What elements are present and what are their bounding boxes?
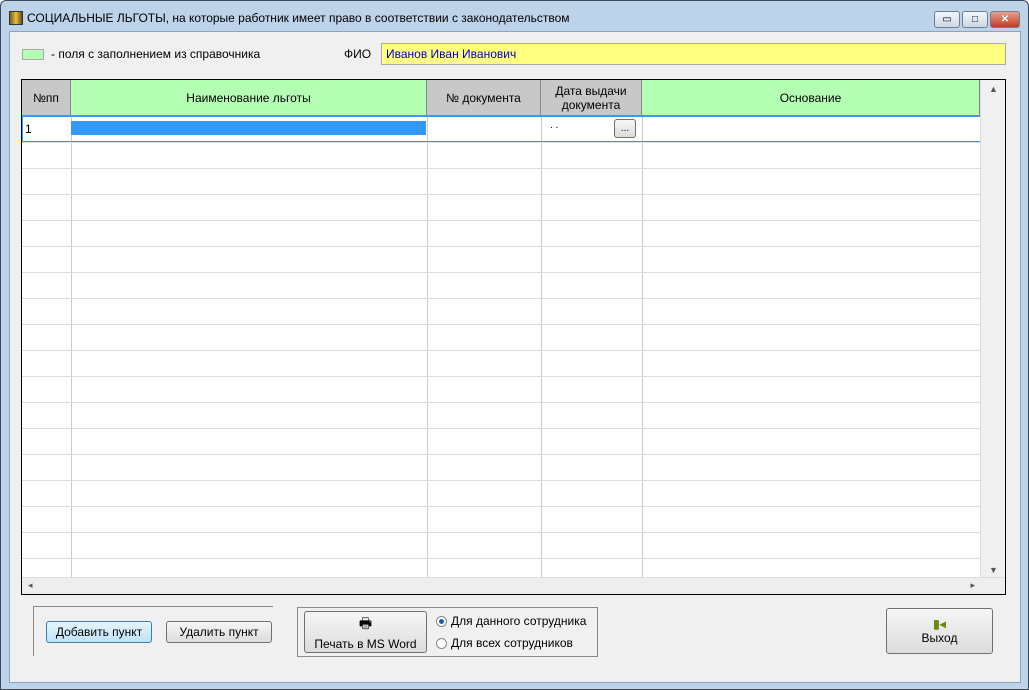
col-header-name[interactable]: Наименование льготы [71,80,427,116]
row-divider [22,246,980,247]
row-divider [22,168,980,169]
col-header-num[interactable]: №пп [22,80,71,116]
radio-label: Для всех сотрудников [451,636,573,650]
row-divider [22,480,980,481]
row-divider [22,298,980,299]
radio-dot[interactable] [436,615,447,627]
fio-label: ФИО [344,47,372,61]
column-divider [541,116,542,577]
scroll-right-icon[interactable]: ▸ [970,580,975,591]
legend-swatch [22,49,44,60]
row-divider [22,324,980,325]
scroll-down-icon[interactable]: ▼ [989,565,998,575]
col-header-doc[interactable]: № документа [427,80,541,116]
radio-current-employee[interactable]: Для данного сотрудника [436,614,586,628]
row-divider [22,350,980,351]
column-divider [71,116,72,577]
row-divider [22,558,980,559]
vertical-scrollbar[interactable]: ▲ ▼ [980,80,1005,577]
legend-text: - поля с заполнением из справочника [51,47,261,61]
row-divider [22,376,980,377]
window: СОЦИАЛЬНЫЕ ЛЬГОТЫ, на которые работник и… [0,0,1029,690]
row-divider [22,428,980,429]
row-divider [22,506,980,507]
title-bar: СОЦИАЛЬНЫЕ ЛЬГОТЫ, на которые работник и… [9,11,570,25]
col-header-date[interactable]: Дата выдачи документа [541,80,642,116]
row-divider [22,454,980,455]
radio-label: Для данного сотрудника [451,614,587,628]
column-divider [427,116,428,577]
row-divider [22,142,980,143]
print-word-button[interactable]: 🖶 Печать в MS Word [304,611,427,653]
exit-label: Выход [921,631,958,645]
window-title: СОЦИАЛЬНЫЕ ЛЬГОТЫ, на которые работник и… [27,11,570,25]
date-picker-button[interactable]: ... [614,119,636,138]
delete-item-button[interactable]: Удалить пункт [166,621,272,643]
radio-dot[interactable] [436,637,447,649]
col-header-basis[interactable]: Основание [642,80,980,116]
row-divider [22,220,980,221]
maximize-button[interactable]: □ [962,11,988,28]
client-area: - поля с заполнением из справочника ФИО … [9,31,1021,683]
cell-date[interactable]: . . [550,120,558,131]
add-item-button[interactable]: Добавить пункт [46,621,152,643]
row-divider [22,402,980,403]
close-button[interactable]: ✕ [990,11,1020,28]
exit-door-icon: ▮◂ [933,617,946,631]
printer-icon: 🖶 [358,615,373,631]
radio-all-employees[interactable]: Для всех сотрудников [436,636,573,650]
app-icon [9,11,23,25]
fio-field[interactable]: Иванов Иван Иванович [381,43,1006,65]
benefits-table[interactable]: №пп Наименование льготы № документа Дата… [21,79,1006,595]
column-divider [642,116,643,577]
row-divider [22,532,980,533]
cell-num: 1 [25,122,32,136]
row-divider [22,194,980,195]
cell-name-selected[interactable] [71,121,426,135]
scroll-up-icon[interactable]: ▲ [989,84,998,94]
horizontal-scrollbar[interactable]: ◂ ▸ [22,577,1005,594]
print-label: Печать в MS Word [314,637,417,651]
minimize-button[interactable]: ▭ [934,11,960,28]
scroll-left-icon[interactable]: ◂ [28,580,33,591]
exit-button[interactable]: ▮◂ Выход [886,608,993,654]
row-divider [22,272,980,273]
